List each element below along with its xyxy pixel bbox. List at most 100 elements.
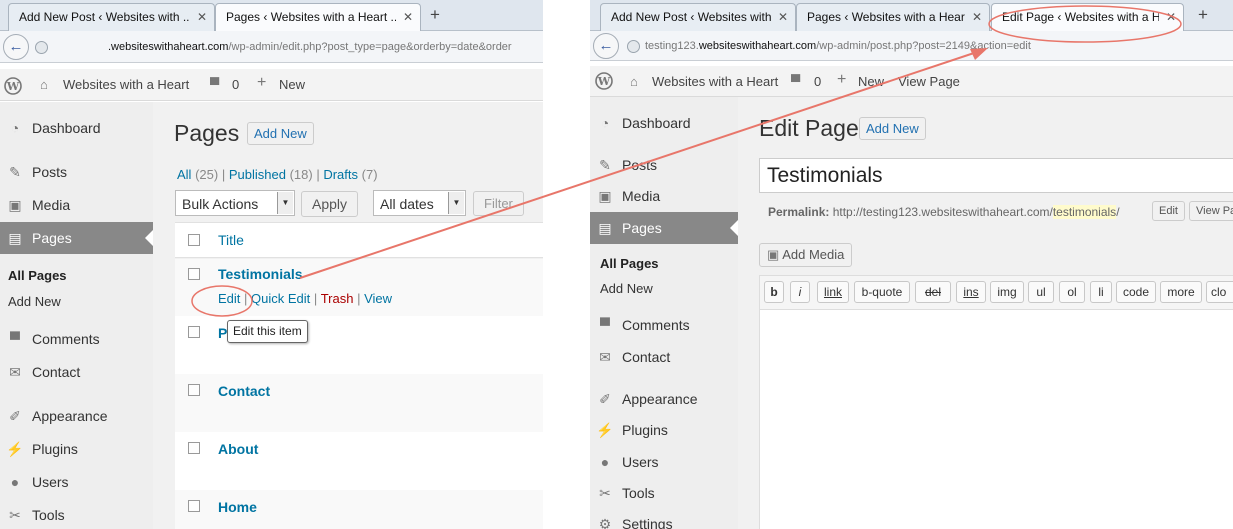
- sidebar-item-posts[interactable]: ✎ Posts: [0, 164, 153, 184]
- select-all-checkbox[interactable]: [188, 234, 200, 246]
- apply-button[interactable]: Apply: [301, 191, 359, 217]
- view-page-link[interactable]: View Page: [898, 74, 960, 89]
- sidebar-item-dashboard[interactable]: ◔ Dashboard: [590, 115, 738, 135]
- row-checkbox[interactable]: [188, 268, 200, 280]
- permalink-edit-button[interactable]: Edit: [1152, 201, 1185, 221]
- new-tab-button[interactable]: +: [1198, 5, 1208, 25]
- quicktag-li[interactable]: li: [1090, 281, 1112, 303]
- url-text[interactable]: testing123.websiteswithaheart.com/wp-adm…: [645, 40, 1031, 52]
- submenu-all-pages[interactable]: All Pages: [600, 256, 659, 271]
- quicktag-img[interactable]: img: [990, 281, 1024, 303]
- row-title[interactable]: Contact: [218, 383, 270, 399]
- row-checkbox[interactable]: [188, 442, 200, 454]
- quicktag-ol[interactable]: ol: [1059, 281, 1085, 303]
- quicktag-ul[interactable]: ul: [1028, 281, 1054, 303]
- close-icon[interactable]: ✕: [778, 10, 788, 24]
- sidebar-item-tools[interactable]: ✂ Tools: [590, 485, 738, 505]
- sidebar-item-users[interactable]: ● Users: [0, 474, 153, 494]
- sidebar-item-settings[interactable]: ⚙ Settings: [590, 516, 738, 529]
- sidebar-item-comments[interactable]: ▀ Comments: [0, 331, 153, 351]
- sidebar-item-comments[interactable]: ▀ Comments: [590, 317, 738, 337]
- quicktag-bquote[interactable]: b-quote: [854, 281, 910, 303]
- back-arrow-icon[interactable]: ←: [593, 33, 619, 59]
- wordpress-logo-icon[interactable]: W: [595, 72, 613, 93]
- browser-tab[interactable]: Pages ‹ Websites with a Heart ... ✕: [796, 3, 990, 31]
- sidebar-item-tools[interactable]: ✂ Tools: [0, 507, 153, 527]
- submenu-add-new[interactable]: Add New: [8, 294, 61, 309]
- editor-textarea[interactable]: [759, 309, 1233, 529]
- quicktag-close[interactable]: clo: [1206, 281, 1233, 303]
- pages-icon: ▤: [8, 230, 22, 246]
- filter-published[interactable]: Published: [229, 167, 286, 182]
- sidebar-item-dashboard[interactable]: ◔ Dashboard: [0, 120, 153, 140]
- row-title[interactable]: P: [218, 325, 227, 341]
- add-new-button[interactable]: Add New: [859, 117, 926, 140]
- comment-bubble-icon[interactable]: ▀: [791, 74, 800, 89]
- browser-tab[interactable]: Add New Post ‹ Websites with ... ✕: [8, 3, 215, 31]
- sidebar-item-media[interactable]: ▣ Media: [590, 188, 738, 208]
- row-checkbox[interactable]: [188, 500, 200, 512]
- site-name-link[interactable]: Websites with a Heart: [63, 77, 189, 92]
- address-bar[interactable]: ← . testing123.websiteswithaheart.com/wp…: [590, 31, 1233, 61]
- close-icon[interactable]: ✕: [972, 10, 982, 24]
- current-indicator: [145, 230, 153, 246]
- close-icon[interactable]: ✕: [197, 10, 207, 24]
- view-link[interactable]: View: [364, 291, 392, 306]
- sidebar-item-media[interactable]: ▣ Media: [0, 197, 153, 217]
- row-title[interactable]: About: [218, 441, 258, 457]
- submenu-all-pages[interactable]: All Pages: [8, 268, 67, 283]
- browser-tab[interactable]: Add New Post ‹ Websites with ... ✕: [600, 3, 796, 31]
- close-icon[interactable]: ✕: [1166, 10, 1176, 24]
- quicktag-del[interactable]: del: [915, 281, 951, 303]
- view-page-button[interactable]: View Pa: [1189, 201, 1233, 221]
- sidebar-item-plugins[interactable]: ⚡ Plugins: [590, 422, 738, 442]
- sidebar-item-appearance[interactable]: ✐ Appearance: [590, 391, 738, 411]
- quicktag-italic[interactable]: i: [790, 281, 810, 303]
- new-link[interactable]: New: [279, 77, 305, 92]
- filter-all[interactable]: All: [177, 167, 191, 182]
- add-new-button[interactable]: Add New: [247, 122, 314, 145]
- browser-tab-active[interactable]: Pages ‹ Websites with a Heart ... ✕: [215, 3, 421, 32]
- sidebar-item-plugins[interactable]: ⚡ Plugins: [0, 441, 153, 461]
- filter-button[interactable]: Filter: [473, 191, 524, 216]
- back-arrow-icon[interactable]: ←: [3, 34, 29, 60]
- quicktag-bold[interactable]: b: [764, 281, 784, 303]
- quick-edit-link[interactable]: Quick Edit: [251, 291, 310, 306]
- tab-title: Add New Post ‹ Websites with ...: [19, 10, 190, 24]
- dashboard-icon: ◔: [600, 115, 610, 131]
- url-text[interactable]: .websiteswithaheart.com/wp-admin/edit.ph…: [108, 41, 512, 53]
- column-title[interactable]: Title: [218, 232, 244, 248]
- site-name-link[interactable]: Websites with a Heart: [652, 74, 778, 89]
- sidebar-item-contact[interactable]: ✉ Contact: [590, 349, 738, 369]
- submenu-add-new[interactable]: Add New: [600, 281, 653, 296]
- row-title[interactable]: Testimonials: [218, 266, 303, 282]
- row-checkbox[interactable]: [188, 326, 200, 338]
- wordpress-logo-icon[interactable]: W: [4, 77, 22, 98]
- comment-bubble-icon[interactable]: ▀: [210, 77, 219, 92]
- edit-link[interactable]: Edit: [218, 291, 240, 306]
- row-title[interactable]: Home: [218, 499, 257, 515]
- sidebar-item-pages[interactable]: ▤ Pages: [590, 212, 738, 244]
- sidebar-item-users[interactable]: ● Users: [590, 454, 738, 474]
- sidebar-item-pages[interactable]: ▤ Pages: [0, 222, 153, 254]
- quicktag-ins[interactable]: ins: [956, 281, 986, 303]
- sidebar-item-posts[interactable]: ✎ Posts: [590, 157, 738, 177]
- quicktag-link[interactable]: link: [817, 281, 849, 303]
- bulk-actions-select[interactable]: Bulk Actions ▼: [175, 190, 295, 216]
- add-media-button[interactable]: ▣ Add Media: [759, 243, 853, 267]
- dates-select[interactable]: All dates ▼: [373, 190, 466, 216]
- trash-link[interactable]: Trash: [321, 291, 354, 306]
- new-link[interactable]: New: [858, 74, 884, 89]
- sidebar-item-appearance[interactable]: ✐ Appearance: [0, 408, 153, 428]
- plus-icon: +: [257, 74, 267, 91]
- browser-tab-active[interactable]: Edit Page ‹ Websites with a Hea... ✕: [991, 3, 1184, 32]
- quicktag-code[interactable]: code: [1116, 281, 1156, 303]
- sidebar-item-contact[interactable]: ✉ Contact: [0, 364, 153, 384]
- new-tab-button[interactable]: +: [430, 5, 440, 25]
- post-title-input[interactable]: Testimonials: [759, 158, 1233, 193]
- filter-drafts[interactable]: Drafts: [323, 167, 358, 182]
- row-checkbox[interactable]: [188, 384, 200, 396]
- quicktag-more[interactable]: more: [1160, 281, 1202, 303]
- address-bar[interactable]: ← . .websiteswithaheart.com/wp-admin/edi…: [0, 31, 543, 63]
- close-icon[interactable]: ✕: [403, 10, 413, 24]
